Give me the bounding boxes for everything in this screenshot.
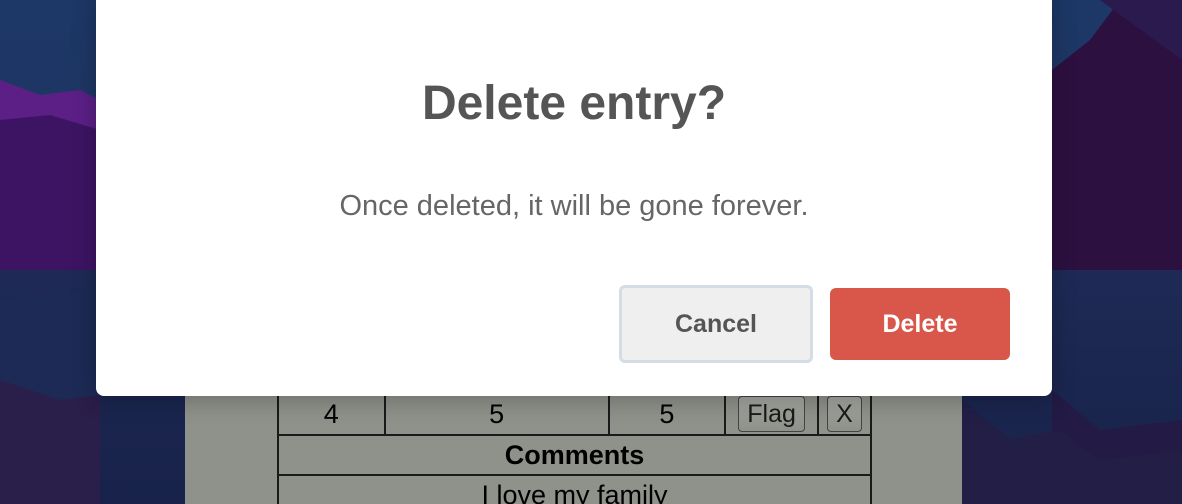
screen: 4 5 5 Flag X Comments I love my family D… [0, 0, 1182, 504]
comment-text: I love my family [277, 474, 872, 504]
table-row: 4 5 5 Flag X [277, 392, 872, 436]
table-row: I love my family [277, 474, 872, 504]
remove-cell: X [817, 392, 872, 436]
flag-button[interactable]: Flag [738, 396, 805, 432]
remove-entry-button[interactable]: X [827, 396, 862, 432]
table-cell: 5 [383, 392, 610, 436]
dialog-message: Once deleted, it will be gone forever. [339, 190, 809, 222]
delete-button[interactable]: Delete [830, 288, 1010, 360]
flag-cell: Flag [724, 392, 820, 436]
entry-table: 4 5 5 Flag X Comments I love my family [277, 392, 872, 504]
delete-confirm-dialog: Delete entry? Once deleted, it will be g… [96, 0, 1052, 396]
comments-header: Comments [277, 434, 872, 476]
table-row: Comments [277, 434, 872, 476]
cancel-button[interactable]: Cancel [619, 285, 813, 363]
table-cell: 5 [607, 392, 727, 436]
table-cell: 4 [277, 392, 386, 436]
dialog-title: Delete entry? [421, 77, 727, 130]
